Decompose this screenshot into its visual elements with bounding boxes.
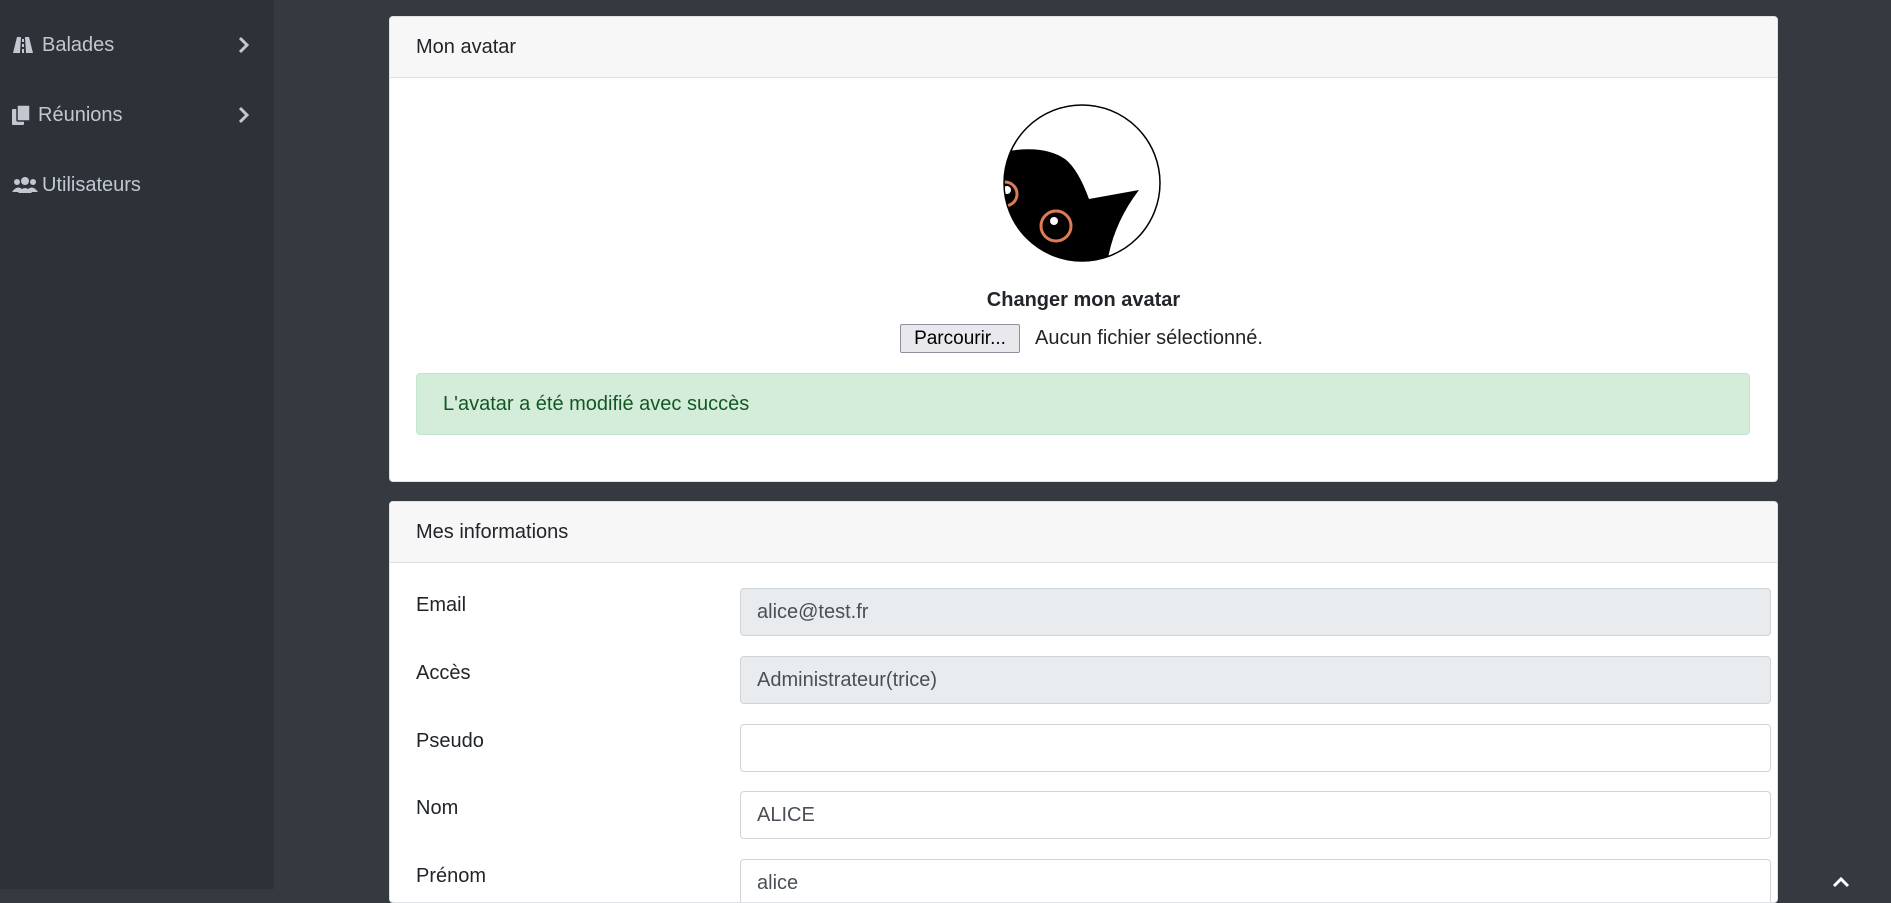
sidebar-item-reunions[interactable]: Réunions [0, 93, 274, 137]
nom-field[interactable] [740, 791, 1771, 839]
chevron-right-icon [238, 105, 250, 131]
sidebar-item-label: Utilisateurs [42, 173, 141, 196]
sidebar-item-label: Réunions [38, 103, 123, 126]
avatar-card: Mon avatar Changer mon avatar Parcourir.… [389, 16, 1778, 482]
sidebar-item-label: Balades [42, 33, 115, 56]
card-title: Mes informations [390, 502, 1777, 563]
info-card: Mes informations Email Accès Pseudo Nom … [389, 501, 1778, 903]
avatar [1003, 104, 1161, 262]
browse-button[interactable]: Parcourir... [900, 324, 1020, 353]
sidebar-item-utilisateurs[interactable]: Utilisateurs [0, 163, 274, 207]
card-title: Mon avatar [390, 17, 1777, 78]
prenom-field[interactable] [740, 859, 1771, 902]
success-alert: L'avatar a été modifié avec succès [416, 373, 1750, 435]
access-label: Accès [416, 662, 471, 684]
pseudo-label: Pseudo [416, 730, 484, 752]
sidebar: Balades Réunions Utilisateurs [0, 0, 274, 889]
documents-icon [12, 105, 34, 125]
chevron-right-icon [238, 35, 250, 61]
users-icon [12, 176, 38, 194]
sidebar-item-balades[interactable]: Balades [0, 23, 274, 67]
road-icon [12, 36, 38, 54]
email-label: Email [416, 594, 467, 616]
pseudo-field[interactable] [740, 724, 1771, 772]
nom-label: Nom [416, 797, 459, 819]
prenom-label: Prénom [416, 865, 487, 887]
change-avatar-title: Changer mon avatar [986, 289, 1181, 311]
file-status: Aucun fichier sélectionné. [1035, 327, 1263, 349]
email-field[interactable] [740, 588, 1771, 636]
access-field[interactable] [740, 656, 1771, 704]
